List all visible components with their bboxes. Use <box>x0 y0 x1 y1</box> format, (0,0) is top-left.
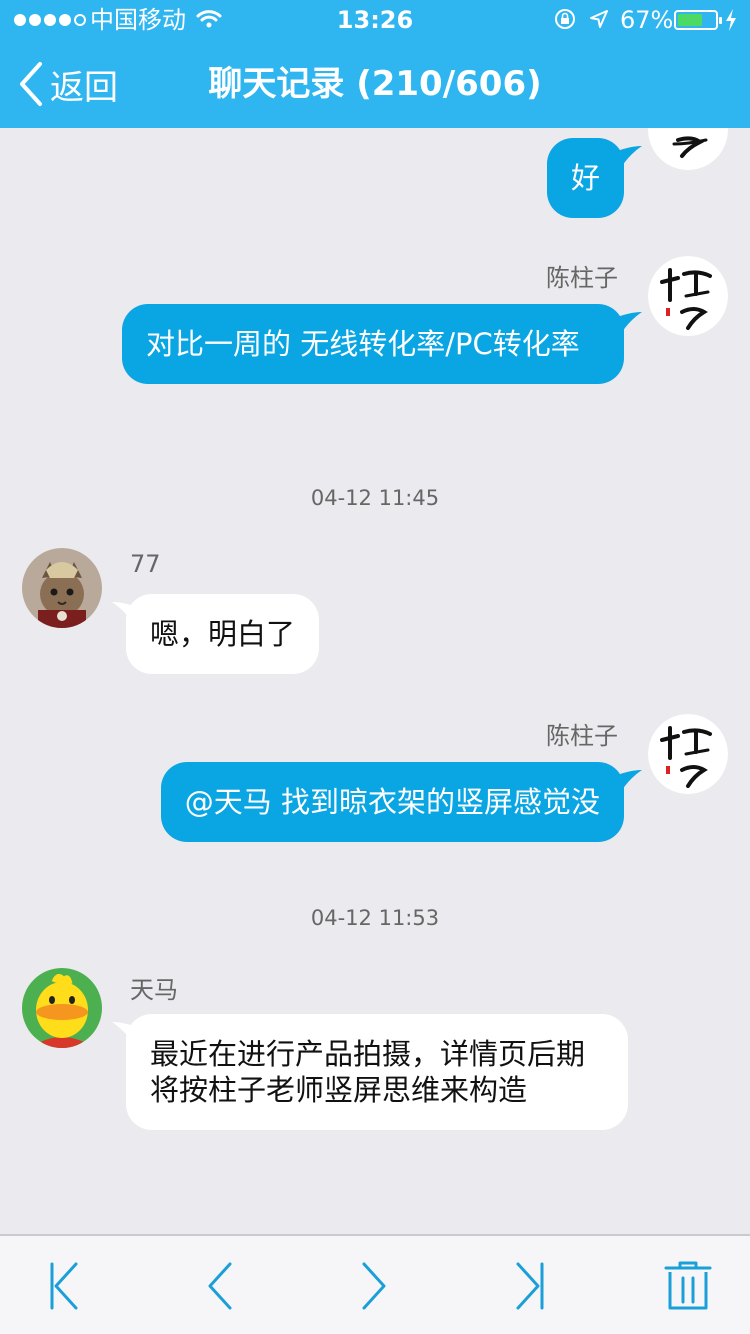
bottom-toolbar <box>0 1234 750 1334</box>
battery-icon <box>674 10 722 30</box>
chevron-left-icon <box>20 62 42 106</box>
message-bubble[interactable]: 好 <box>546 138 624 218</box>
previous-icon <box>208 1262 232 1310</box>
message-timestamp: 04-12 11:45 <box>310 486 440 510</box>
location-arrow-icon <box>590 10 608 28</box>
next-icon <box>362 1262 386 1310</box>
back-label: 返回 <box>50 67 118 108</box>
message-bubble[interactable]: 嗯，明白了 <box>126 594 320 674</box>
yellow-duck-avatar-icon[interactable] <box>22 968 102 1048</box>
rotation-lock-icon <box>555 9 575 29</box>
navigation-bar: 返回 聊天记录 (210/606) <box>0 40 750 128</box>
battery-percent: 67% <box>620 6 674 34</box>
first-page-button[interactable] <box>36 1258 92 1314</box>
chat-history[interactable]: 好 陈柱子 对比一周的 无线转化率/PC转化率 04-12 11:45 77 嗯… <box>0 128 750 1234</box>
message-bubble[interactable]: 对比一周的 无线转化率/PC转化率 <box>122 304 624 384</box>
cat-warrior-avatar-icon[interactable] <box>22 548 102 628</box>
next-button[interactable] <box>346 1258 402 1314</box>
message-timestamp: 04-12 11:53 <box>310 906 440 930</box>
sender-name: 77 <box>130 550 161 578</box>
message-bubble[interactable]: @天马 找到晾衣架的竖屏感觉没 <box>160 762 624 842</box>
sender-name: 陈柱子 <box>546 722 618 750</box>
sender-name: 陈柱子 <box>546 264 618 292</box>
first-page-icon <box>50 1262 78 1310</box>
calligraphy-avatar-icon[interactable] <box>648 256 728 336</box>
delete-button[interactable] <box>660 1258 716 1314</box>
trash-icon <box>664 1261 712 1310</box>
calligraphy-avatar-icon[interactable] <box>648 714 728 794</box>
calligraphy-avatar-icon[interactable] <box>648 128 728 170</box>
status-bar: 中国移动 13:26 67% <box>0 0 750 40</box>
app-header: 中国移动 13:26 67% 返回 聊天记录 (210/606) <box>0 0 750 128</box>
back-button[interactable]: 返回 <box>16 40 118 128</box>
sender-name: 天马 <box>130 976 178 1004</box>
last-page-button[interactable] <box>502 1258 558 1314</box>
charging-bolt-icon <box>726 9 736 31</box>
message-bubble[interactable]: 最近在进行产品拍摄，详情页后期将按柱子老师竖屏思维来构造 <box>126 1014 628 1130</box>
last-page-icon <box>516 1262 544 1310</box>
previous-button[interactable] <box>192 1258 248 1314</box>
